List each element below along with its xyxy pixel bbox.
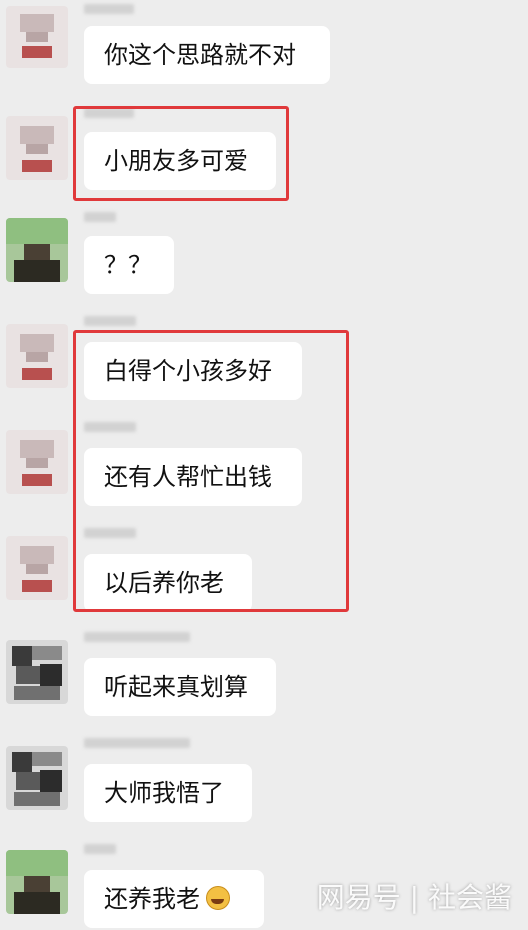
blurred-nickname — [84, 212, 116, 222]
avatar[interactable] — [6, 430, 68, 494]
laughing-tears-emoji-icon — [206, 886, 230, 910]
message-bubble[interactable]: 大师我悟了 — [84, 764, 252, 822]
message-bubble[interactable]: 还养我老 — [84, 870, 264, 928]
watermark: 网易号 | 社会酱 — [316, 881, 512, 914]
highlight-box — [73, 106, 289, 201]
message-bubble[interactable]: 你这个思路就不对 — [84, 26, 330, 84]
avatar[interactable] — [6, 640, 68, 704]
blurred-nickname — [84, 738, 190, 748]
avatar[interactable] — [6, 324, 68, 388]
avatar[interactable] — [6, 850, 68, 914]
highlight-box — [73, 330, 349, 612]
avatar[interactable] — [6, 746, 68, 810]
blurred-nickname — [84, 632, 190, 642]
message-bubble[interactable]: 听起来真划算 — [84, 658, 276, 716]
avatar[interactable] — [6, 116, 68, 180]
blurred-nickname — [84, 316, 136, 326]
message-text: 还养我老 — [104, 885, 200, 913]
message-bubble[interactable]: ？？ — [84, 236, 174, 294]
blurred-nickname — [84, 4, 134, 14]
avatar[interactable] — [6, 218, 68, 282]
avatar[interactable] — [6, 6, 68, 68]
blurred-nickname — [84, 844, 116, 854]
avatar[interactable] — [6, 536, 68, 600]
